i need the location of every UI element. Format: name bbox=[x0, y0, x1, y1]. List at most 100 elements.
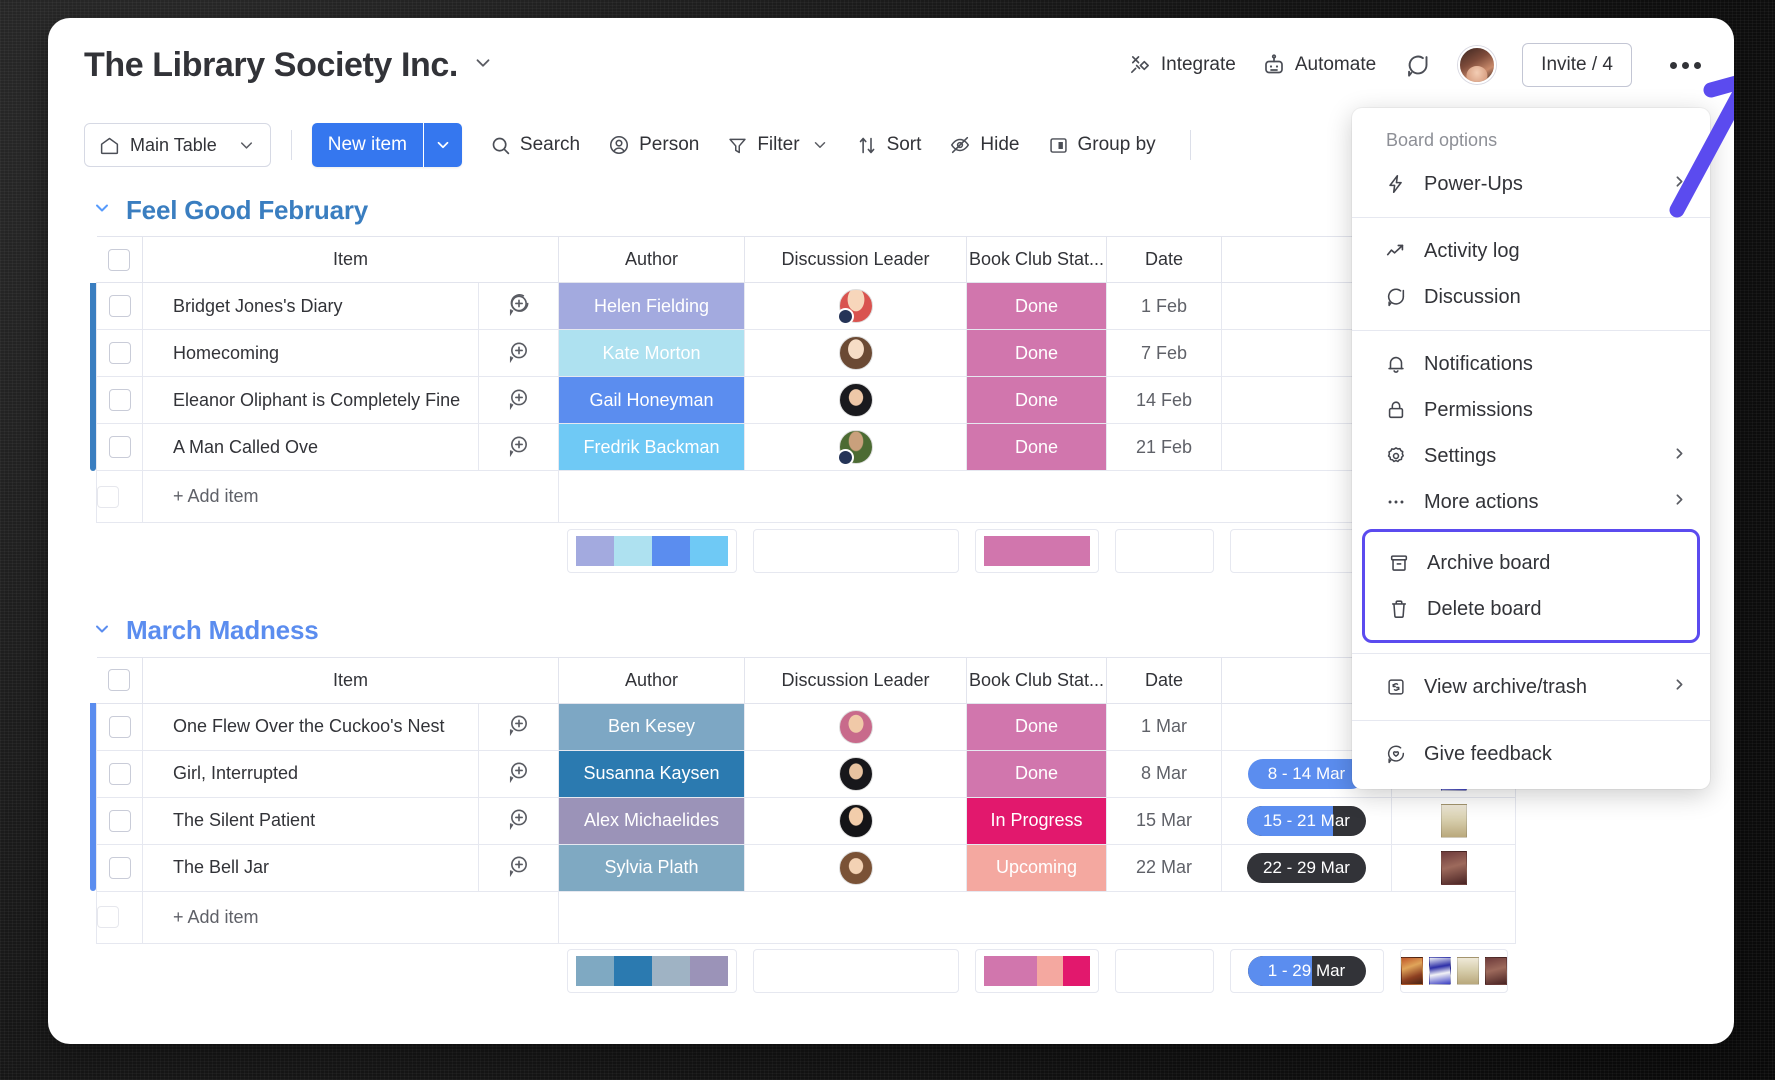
column-header-status[interactable]: Book Club Stat... bbox=[966, 656, 1107, 704]
invite-button[interactable]: Invite / 4 bbox=[1522, 43, 1632, 87]
cell-status[interactable]: Done bbox=[966, 423, 1107, 471]
cell-author[interactable]: Helen Fielding bbox=[558, 282, 745, 330]
menu-item-delete-board[interactable]: Delete board bbox=[1365, 586, 1697, 632]
cell-discussion-leader[interactable] bbox=[744, 376, 967, 424]
column-header-author[interactable]: Author bbox=[558, 656, 745, 704]
cell-item[interactable]: A Man Called Ove bbox=[142, 423, 479, 471]
group-chevron-down-icon[interactable] bbox=[92, 198, 112, 222]
board-options-kebab-icon[interactable] bbox=[1662, 45, 1708, 85]
cell-date[interactable]: 14 Feb bbox=[1106, 376, 1222, 424]
cell-conversation[interactable] bbox=[478, 702, 559, 751]
person-button[interactable]: Person bbox=[594, 123, 713, 167]
cell-date[interactable]: 21 Feb bbox=[1106, 423, 1222, 471]
table-row[interactable]: Homecoming Kate Morton Done 7 Feb bbox=[90, 329, 1512, 377]
menu-item-permissions[interactable]: Permissions bbox=[1352, 387, 1710, 433]
menu-item-activity-log[interactable]: Activity log bbox=[1352, 228, 1710, 274]
row-checkbox[interactable] bbox=[108, 715, 131, 738]
cell-status[interactable]: In Progress bbox=[966, 796, 1107, 845]
cell-discussion-leader[interactable] bbox=[744, 329, 967, 377]
table-row[interactable]: Girl, Interrupted Susanna Kaysen Done 8 … bbox=[90, 749, 1516, 798]
filter-button[interactable]: Filter bbox=[713, 123, 842, 167]
row-checkbox[interactable] bbox=[108, 436, 131, 459]
cell-date[interactable]: 8 Mar bbox=[1106, 749, 1222, 798]
cell-date[interactable]: 7 Feb bbox=[1106, 329, 1222, 377]
group-by-button[interactable]: Group by bbox=[1034, 123, 1170, 167]
table-row[interactable]: One Flew Over the Cuckoo's Nest Ben Kese… bbox=[90, 702, 1516, 751]
row-checkbox[interactable] bbox=[108, 295, 131, 318]
timeline-pill[interactable]: 15 - 21 Mar bbox=[1247, 805, 1366, 836]
chat-bubble-icon[interactable] bbox=[1402, 50, 1432, 80]
cell-status[interactable]: Upcoming bbox=[966, 843, 1107, 892]
cell-timeline[interactable]: 22 - 29 Mar bbox=[1221, 843, 1392, 892]
table-row[interactable]: Bridget Jones's Diary Helen Fielding Don… bbox=[90, 282, 1512, 330]
select-all-header[interactable] bbox=[96, 656, 143, 704]
column-header-item[interactable]: Item bbox=[142, 236, 559, 283]
table-row[interactable]: A Man Called Ove Fredrik Backman Done 21… bbox=[90, 423, 1512, 471]
new-item-chevron-down-icon[interactable] bbox=[423, 123, 462, 167]
add-update-icon[interactable] bbox=[506, 338, 532, 364]
select-all-checkbox[interactable] bbox=[108, 669, 131, 692]
cell-date[interactable]: 1 Feb bbox=[1106, 282, 1222, 330]
sort-button[interactable]: Sort bbox=[843, 123, 936, 167]
view-selector[interactable]: Main Table bbox=[84, 123, 271, 167]
column-header-date[interactable]: Date bbox=[1106, 236, 1222, 283]
cell-author[interactable]: Sylvia Plath bbox=[558, 843, 745, 892]
filter-chevron-down-icon[interactable] bbox=[811, 136, 829, 154]
column-header-status[interactable]: Book Club Stat... bbox=[966, 236, 1107, 283]
column-header-discussion-leader[interactable]: Discussion Leader bbox=[744, 236, 967, 283]
cell-conversation[interactable] bbox=[478, 376, 559, 424]
select-all-checkbox[interactable] bbox=[108, 248, 131, 271]
menu-item-view-archive-trash[interactable]: View archive/trash bbox=[1352, 664, 1710, 710]
board-title-chevron-down-icon[interactable] bbox=[472, 52, 494, 79]
cell-author[interactable]: Susanna Kaysen bbox=[558, 749, 745, 798]
cell-conversation[interactable] bbox=[478, 423, 559, 471]
cell-author[interactable]: Fredrik Backman bbox=[558, 423, 745, 471]
add-update-icon[interactable] bbox=[506, 852, 532, 878]
cell-conversation[interactable] bbox=[478, 282, 559, 330]
add-update-icon[interactable] bbox=[506, 805, 532, 831]
cell-item[interactable]: Eleanor Oliphant is Completely Fine bbox=[142, 376, 479, 424]
avatar[interactable] bbox=[1458, 46, 1497, 84]
table-row[interactable]: Eleanor Oliphant is Completely Fine Gail… bbox=[90, 376, 1512, 424]
add-item-row[interactable]: + Add item bbox=[90, 470, 1512, 523]
cell-date[interactable]: 22 Mar bbox=[1106, 843, 1222, 892]
cell-date[interactable]: 15 Mar bbox=[1106, 796, 1222, 845]
cell-author[interactable]: Kate Morton bbox=[558, 329, 745, 377]
add-update-icon[interactable] bbox=[506, 291, 532, 317]
row-checkbox[interactable] bbox=[108, 342, 131, 365]
table-row[interactable]: The Bell Jar Sylvia Plath Upcoming 22 Ma… bbox=[90, 843, 1516, 892]
row-checkbox[interactable] bbox=[108, 762, 131, 785]
integrate-button[interactable]: Integrate bbox=[1128, 53, 1236, 77]
menu-item-power-ups[interactable]: Power-Ups bbox=[1352, 161, 1710, 207]
cell-cover[interactable] bbox=[1391, 843, 1516, 892]
column-header-date[interactable]: Date bbox=[1106, 656, 1222, 704]
row-checkbox[interactable] bbox=[108, 809, 131, 832]
add-update-icon[interactable] bbox=[506, 758, 532, 784]
add-update-icon[interactable] bbox=[506, 432, 532, 458]
menu-item-archive-board[interactable]: Archive board bbox=[1365, 540, 1697, 586]
column-header-discussion-leader[interactable]: Discussion Leader bbox=[744, 656, 967, 704]
cell-conversation[interactable] bbox=[478, 843, 559, 892]
cell-conversation[interactable] bbox=[478, 749, 559, 798]
cell-author[interactable]: Gail Honeyman bbox=[558, 376, 745, 424]
cell-discussion-leader[interactable] bbox=[744, 749, 967, 798]
cell-author[interactable]: Ben Kesey bbox=[558, 702, 745, 751]
add-item-label[interactable]: + Add item bbox=[142, 890, 559, 944]
menu-item-give-feedback[interactable]: Give feedback bbox=[1352, 731, 1710, 777]
menu-item-settings[interactable]: Settings bbox=[1352, 433, 1710, 479]
new-item-button[interactable]: New item bbox=[311, 123, 462, 167]
add-update-icon[interactable] bbox=[506, 711, 532, 737]
select-all-header[interactable] bbox=[96, 236, 143, 283]
cell-discussion-leader[interactable] bbox=[744, 423, 967, 471]
cell-status[interactable]: Done bbox=[966, 702, 1107, 751]
cell-item[interactable]: Girl, Interrupted bbox=[142, 749, 479, 798]
search-button[interactable]: Search bbox=[476, 123, 594, 167]
cell-status[interactable]: Done bbox=[966, 329, 1107, 377]
group-chevron-down-icon[interactable] bbox=[92, 619, 112, 643]
timeline-pill[interactable]: 8 - 14 Mar bbox=[1247, 758, 1366, 789]
cell-item[interactable]: The Silent Patient bbox=[142, 796, 479, 845]
menu-item-notifications[interactable]: Notifications bbox=[1352, 341, 1710, 387]
cell-cover[interactable] bbox=[1391, 796, 1516, 845]
cell-date[interactable]: 1 Mar bbox=[1106, 702, 1222, 751]
row-checkbox[interactable] bbox=[108, 389, 131, 412]
